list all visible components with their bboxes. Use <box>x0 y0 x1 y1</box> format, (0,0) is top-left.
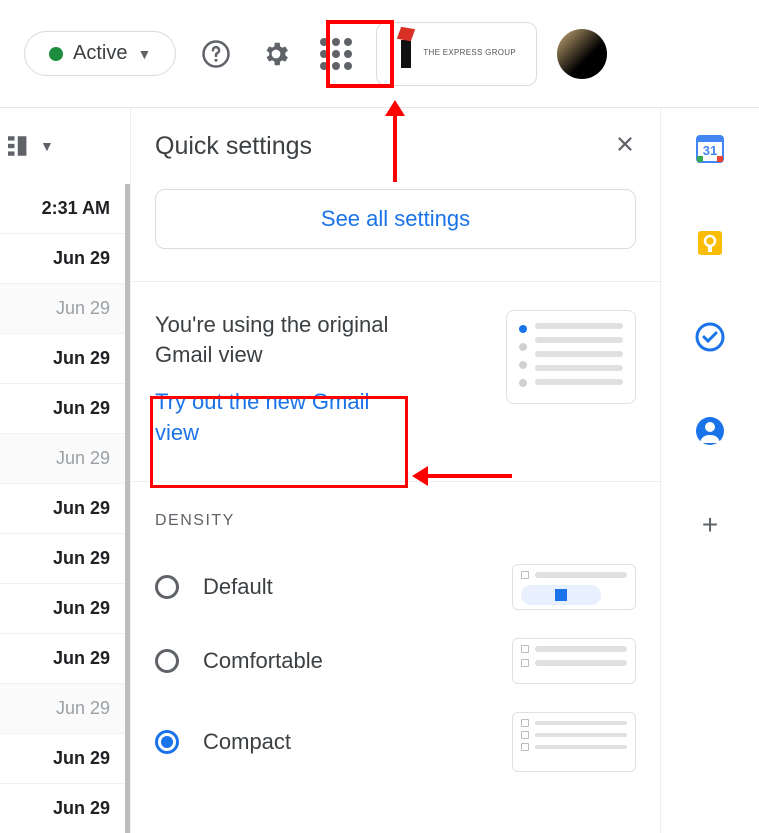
see-all-settings-label: See all settings <box>321 206 470 232</box>
profile-avatar[interactable] <box>557 29 607 79</box>
keep-icon <box>694 227 726 259</box>
density-radio-comfortable[interactable]: Comfortable <box>155 648 323 674</box>
close-panel-button[interactable] <box>614 133 636 160</box>
message-row[interactable]: Jun 29 <box>0 534 130 584</box>
caret-down-icon: ▼ <box>40 138 54 154</box>
content-area: ▼ 2:31 AMJun 29Jun 29Jun 29Jun 29Jun 29J… <box>0 108 759 833</box>
caret-down-icon: ▼ <box>137 46 151 62</box>
density-preview-icon <box>512 638 636 684</box>
quick-settings-panel: Quick settings See all settings You're u… <box>131 108 661 833</box>
message-time-list[interactable]: 2:31 AMJun 29Jun 29Jun 29Jun 29Jun 29Jun… <box>0 184 130 833</box>
panel-title: Quick settings <box>155 132 312 161</box>
split-layout-icon <box>8 136 34 156</box>
see-all-settings-button[interactable]: See all settings <box>155 189 636 249</box>
radio-icon <box>155 649 179 673</box>
google-apps-button[interactable] <box>316 34 356 74</box>
message-row[interactable]: Jun 29 <box>0 334 130 384</box>
density-option-compact: Compact <box>155 698 636 786</box>
contacts-app-icon[interactable] <box>693 414 727 448</box>
message-row[interactable]: Jun 29 <box>0 584 130 634</box>
scrollbar[interactable] <box>125 184 130 833</box>
help-button[interactable] <box>196 34 236 74</box>
new-view-promo: You're using the original Gmail view Try… <box>155 282 636 449</box>
density-label: Comfortable <box>203 648 323 674</box>
density-radio-compact[interactable]: Compact <box>155 729 291 755</box>
apps-grid-icon <box>320 38 352 70</box>
radio-icon <box>155 575 179 599</box>
tasks-icon <box>694 321 726 353</box>
message-row[interactable]: Jun 29 <box>0 634 130 684</box>
settings-button[interactable] <box>256 34 296 74</box>
add-addon-button[interactable]: + <box>693 508 727 542</box>
density-label: Compact <box>203 729 291 755</box>
message-row[interactable]: 2:31 AM <box>0 184 130 234</box>
density-option-comfortable: Comfortable <box>155 624 636 698</box>
message-row[interactable]: Jun 29 <box>0 384 130 434</box>
message-row[interactable]: Jun 29 <box>0 434 130 484</box>
status-label: Active <box>73 42 127 65</box>
keep-app-icon[interactable] <box>693 226 727 260</box>
new-view-preview-icon <box>506 310 636 404</box>
density-label: Default <box>203 574 273 600</box>
status-pill[interactable]: Active ▼ <box>24 31 176 76</box>
organization-chip[interactable]: The Express Group <box>376 22 537 86</box>
message-row[interactable]: Jun 29 <box>0 784 130 833</box>
message-row[interactable]: Jun 29 <box>0 684 130 734</box>
density-radio-default[interactable]: Default <box>155 574 273 600</box>
calendar-app-icon[interactable]: 31 <box>693 132 727 166</box>
split-mode-toggle[interactable]: ▼ <box>0 108 130 184</box>
radio-icon <box>155 730 179 754</box>
density-option-default: Default <box>155 550 636 624</box>
svg-text:31: 31 <box>703 143 717 158</box>
top-bar: Active ▼ The Express Group <box>0 0 759 108</box>
help-icon <box>201 39 231 69</box>
message-row[interactable]: Jun 29 <box>0 234 130 284</box>
gear-icon <box>261 39 291 69</box>
density-preview-icon <box>512 564 636 610</box>
contacts-icon <box>694 415 726 447</box>
organization-logo-icon <box>397 34 415 74</box>
calendar-icon: 31 <box>694 133 726 165</box>
status-dot-icon <box>49 47 63 61</box>
message-row[interactable]: Jun 29 <box>0 284 130 334</box>
message-list-column: ▼ 2:31 AMJun 29Jun 29Jun 29Jun 29Jun 29J… <box>0 108 131 833</box>
try-new-view-link[interactable]: Try out the new Gmail view <box>155 387 385 449</box>
message-row[interactable]: Jun 29 <box>0 484 130 534</box>
density-preview-icon <box>512 712 636 772</box>
side-panel-rail: 31 + <box>661 108 759 833</box>
close-icon <box>614 133 636 155</box>
promo-text: You're using the original Gmail view <box>155 310 405 369</box>
organization-name: The Express Group <box>423 49 516 58</box>
message-row[interactable]: Jun 29 <box>0 734 130 784</box>
density-section-title: DENSITY <box>155 512 636 530</box>
tasks-app-icon[interactable] <box>693 320 727 354</box>
